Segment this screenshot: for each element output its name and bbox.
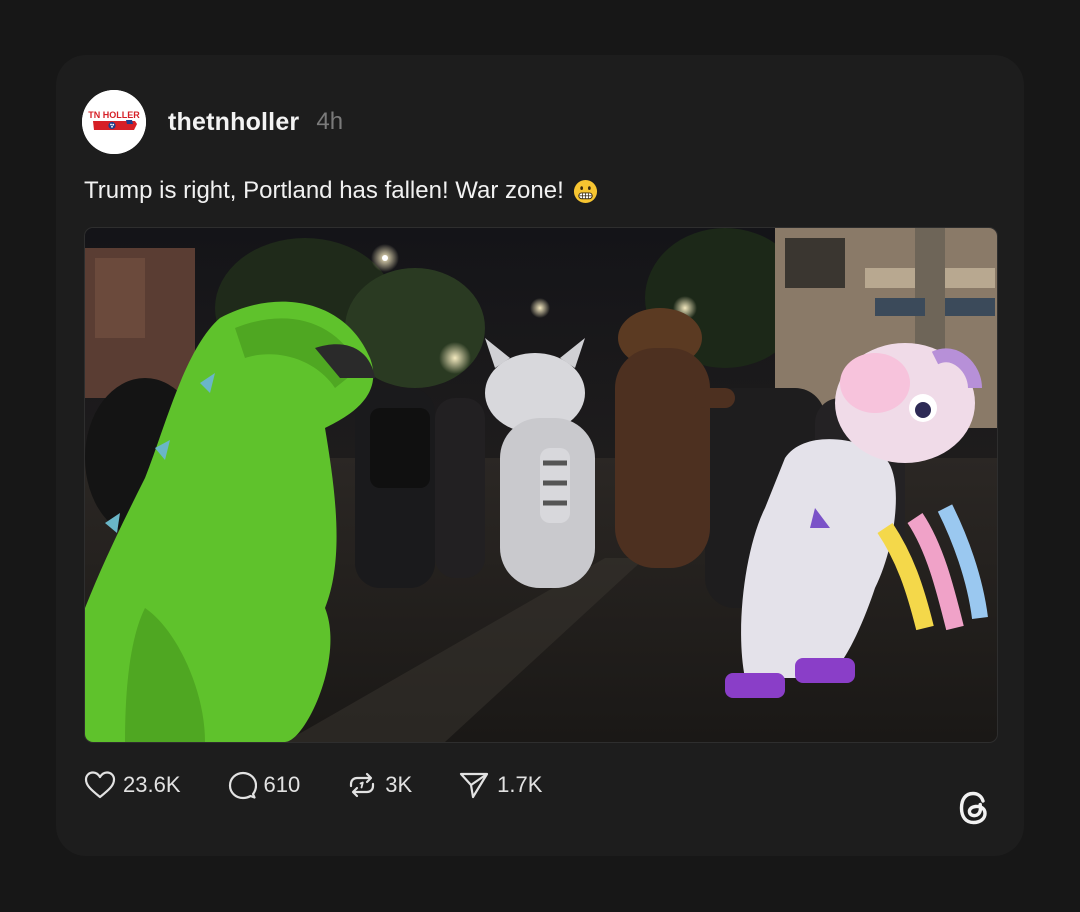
share-button[interactable]: 1.7K: [458, 770, 542, 800]
action-bar: 23.6K 610 3K 1.7K: [84, 765, 588, 805]
post-body: Trump is right, Portland has fallen! War…: [84, 177, 598, 205]
like-button[interactable]: 23.6K: [84, 770, 181, 800]
comment-icon: [228, 771, 257, 800]
like-count: 23.6K: [123, 772, 181, 797]
tn-holler-logo-icon: TN HOLLER: [82, 90, 146, 154]
avatar[interactable]: TN HOLLER: [82, 90, 146, 154]
grimacing-face-icon: [573, 179, 597, 203]
post-timestamp: 4h: [316, 108, 344, 135]
share-count: 1.7K: [497, 772, 543, 797]
reply-button[interactable]: 610: [227, 770, 301, 800]
reply-count: 610: [263, 772, 301, 797]
video-thumbnail: [85, 228, 997, 742]
avatar-logo-text: TN HOLLER: [88, 110, 140, 120]
repost-count: 3K: [385, 772, 413, 797]
post-header: TN HOLLER thetnholler 4h: [82, 90, 343, 154]
threads-logo-icon[interactable]: [954, 787, 996, 829]
post-card: TN HOLLER thetnholler 4h Trump is right,…: [56, 55, 1024, 856]
post-video[interactable]: [84, 227, 998, 743]
send-icon: [460, 772, 489, 799]
post-text: Trump is right, Portland has fallen! War…: [84, 177, 564, 204]
heart-icon: [84, 771, 116, 799]
repost-button[interactable]: 3K: [346, 770, 412, 800]
username[interactable]: thetnholler: [168, 108, 299, 137]
repost-icon: [350, 772, 375, 798]
